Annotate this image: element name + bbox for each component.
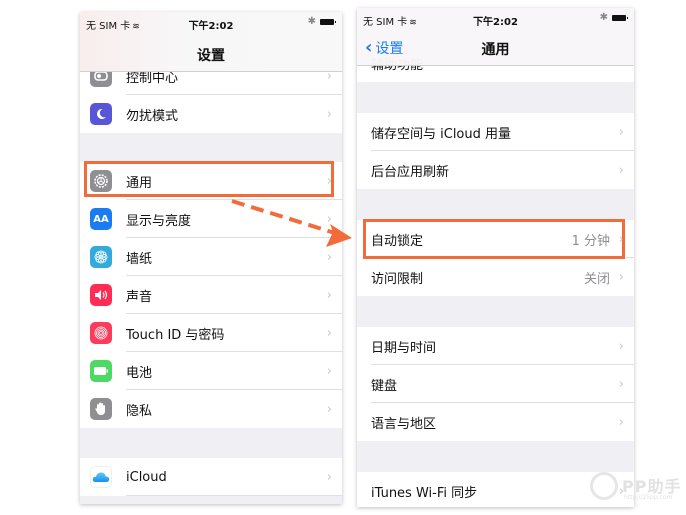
general-list: 辅助功能 › 储存空间与 iCloud 用量 › 后台应用刷新 › 自动锁定 1… xyxy=(357,8,634,507)
status-time: 下午2:02 xyxy=(473,17,518,28)
row-label: 显示与亮度 xyxy=(126,213,192,229)
settings-row-do-not-disturb[interactable]: 勿扰模式 › xyxy=(80,95,342,133)
gear-icon xyxy=(90,170,112,192)
section-gap xyxy=(80,428,342,458)
pp-logo-icon xyxy=(590,472,618,500)
page-title: 通用 xyxy=(481,42,510,58)
row-label: iTunes Wi-Fi 同步 xyxy=(371,485,478,501)
general-row-storage-icloud[interactable]: 储存空间与 iCloud 用量 › xyxy=(357,113,634,151)
row-label: iCloud xyxy=(126,469,167,485)
row-label: 键盘 xyxy=(371,378,398,394)
row-label: 访问限制 xyxy=(371,271,424,287)
settings-row-touch-id[interactable]: Touch ID 与密码 › xyxy=(80,314,342,352)
settings-row-general[interactable]: 通用 › xyxy=(80,162,342,200)
chevron-right-icon: › xyxy=(618,124,624,140)
display-icon: AA xyxy=(90,208,112,230)
chevron-right-icon: › xyxy=(326,363,332,379)
battery-icon xyxy=(90,360,112,382)
chevron-right-icon: › xyxy=(326,211,332,227)
separator xyxy=(126,495,342,496)
section-gap xyxy=(80,133,342,162)
row-label: 日期与时间 xyxy=(371,340,437,356)
row-label: Touch ID 与密码 xyxy=(126,327,225,343)
section-gap xyxy=(357,82,634,113)
settings-row-wallpaper[interactable]: 墙纸 › xyxy=(80,238,342,276)
chevron-right-icon: › xyxy=(326,469,332,485)
settings-row-privacy[interactable]: 隐私 › xyxy=(80,390,342,428)
general-row-background-refresh[interactable]: 后台应用刷新 › xyxy=(357,151,634,189)
moon-icon xyxy=(90,103,112,125)
navigation-bar: 无 SIM 卡 ≋ 下午2:02 ✱ ‹ 设置 通用 xyxy=(357,8,634,66)
general-row-date-time[interactable]: 日期与时间 › xyxy=(357,327,634,365)
row-label: 电池 xyxy=(126,365,153,381)
chevron-right-icon: › xyxy=(618,414,624,430)
general-row-keyboard[interactable]: 键盘 › xyxy=(357,365,634,403)
page-title: 设置 xyxy=(197,48,225,64)
chevron-right-icon: › xyxy=(326,325,332,341)
general-row-auto-lock[interactable]: 自动锁定 1 分钟 › xyxy=(357,220,634,258)
chevron-right-icon: › xyxy=(326,106,332,122)
chevron-right-icon: › xyxy=(326,401,332,417)
row-label: 自动锁定 xyxy=(371,233,424,249)
watermark-url: http://25pp.com xyxy=(624,494,673,501)
settings-row-sounds[interactable]: 声音 › xyxy=(80,276,342,314)
chevron-right-icon: › xyxy=(326,173,332,189)
general-settings-screen: 辅助功能 › 储存空间与 iCloud 用量 › 后台应用刷新 › 自动锁定 1… xyxy=(357,8,634,507)
settings-row-display-brightness[interactable]: AA 显示与亮度 › xyxy=(80,200,342,238)
chevron-right-icon: › xyxy=(618,376,624,392)
watermark: PP助手 http://25pp.com xyxy=(590,468,686,508)
settings-row-icloud[interactable]: iCloud › xyxy=(80,458,342,496)
cloud-icon xyxy=(90,466,112,488)
settings-row-battery[interactable]: 电池 › xyxy=(80,352,342,390)
status-bar: 无 SIM 卡 ≋ 下午2:02 ✱ xyxy=(80,12,342,32)
speaker-icon xyxy=(90,284,112,306)
general-row-language-region[interactable]: 语言与地区 › xyxy=(357,403,634,441)
row-label: 隐私 xyxy=(126,403,153,419)
row-label: 勿扰模式 xyxy=(126,108,179,124)
status-time: 下午2:02 xyxy=(188,21,234,32)
chevron-right-icon: › xyxy=(326,249,332,265)
chevron-right-icon: › xyxy=(618,162,624,178)
wallpaper-flower-icon xyxy=(90,246,112,268)
auto-lock-value: 1 分钟 xyxy=(571,233,610,249)
hand-icon xyxy=(90,398,112,420)
chevron-right-icon: › xyxy=(618,338,624,354)
settings-screen: 控制中心 › 勿扰模式 › 通用 › AA 显示与亮度 › 墙纸 › 声音 › … xyxy=(80,12,342,504)
chevron-right-icon: › xyxy=(326,287,332,303)
bluetooth-icon: ✱ xyxy=(307,16,316,27)
row-label: 语言与地区 xyxy=(371,416,437,432)
section-gap xyxy=(357,189,634,220)
general-row-restrictions[interactable]: 访问限制 关闭 › xyxy=(357,258,634,296)
row-label: 后台应用刷新 xyxy=(371,164,450,180)
row-label: 墙纸 xyxy=(126,251,153,267)
section-gap xyxy=(357,296,634,327)
row-label: 声音 xyxy=(126,289,153,305)
status-bar: 无 SIM 卡 ≋ 下午2:02 ✱ xyxy=(357,8,634,28)
battery-status-icon xyxy=(612,15,628,21)
row-label: 储存空间与 iCloud 用量 xyxy=(371,126,512,142)
row-label: 通用 xyxy=(126,175,153,191)
bluetooth-icon: ✱ xyxy=(599,12,608,23)
chevron-right-icon: › xyxy=(618,231,624,247)
navigation-bar: 无 SIM 卡 ≋ 下午2:02 ✱ 设置 xyxy=(80,12,342,72)
restrictions-value: 关闭 xyxy=(583,271,610,287)
chevron-right-icon: › xyxy=(618,269,624,285)
fingerprint-icon xyxy=(90,322,112,344)
battery-status-icon xyxy=(320,19,336,25)
settings-list: 控制中心 › 勿扰模式 › 通用 › AA 显示与亮度 › 墙纸 › 声音 › … xyxy=(80,12,342,504)
